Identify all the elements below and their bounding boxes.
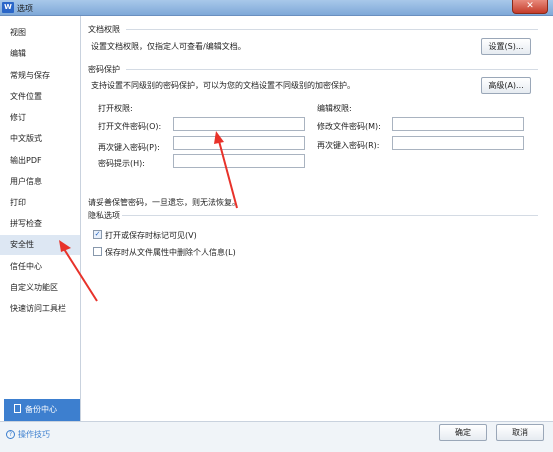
password-protection-description: 支持设置不同级别的密码保护，可以为您的文档设置不同级别的加密保护。 bbox=[91, 81, 355, 90]
sidebar-item-user-info[interactable]: 用户信息 bbox=[0, 172, 80, 192]
open-password-label: 打开文件密码(O): bbox=[98, 122, 162, 131]
open-permission-heading: 打开权限: bbox=[98, 104, 133, 113]
sidebar-item-customize-ribbon[interactable]: 自定义功能区 bbox=[0, 278, 80, 298]
doc-permission-description: 设置文档权限，仅指定人可查看/编辑文档。 bbox=[91, 42, 246, 51]
question-icon: ? bbox=[6, 430, 15, 439]
cancel-button[interactable]: 取消 bbox=[496, 424, 544, 441]
mark-visible-checkbox[interactable]: ✓ bbox=[93, 230, 102, 239]
backup-center-label: 备份中心 bbox=[25, 405, 57, 414]
open-password-input[interactable] bbox=[173, 117, 305, 131]
advanced-button[interactable]: 高级(A)... bbox=[481, 77, 531, 94]
sidebar-item-chinese-layout[interactable]: 中文版式 bbox=[0, 129, 80, 149]
sidebar-item-output-pdf[interactable]: 输出PDF bbox=[0, 151, 80, 171]
window-title: 选项 bbox=[17, 4, 33, 13]
sidebar-item-trust-center[interactable]: 信任中心 bbox=[0, 257, 80, 277]
remove-personal-info-checkbox[interactable] bbox=[93, 247, 102, 256]
mark-visible-label[interactable]: 打开或保存时标记可见(V) bbox=[105, 230, 197, 241]
edit-confirm-label: 再次键入密码(R): bbox=[317, 141, 380, 150]
password-protection-title: 密码保护 bbox=[88, 65, 120, 74]
annotation-arrows bbox=[59, 131, 238, 302]
doc-permission-title: 文档权限 bbox=[88, 25, 120, 34]
edit-password-input[interactable] bbox=[392, 117, 524, 131]
app-icon: W bbox=[2, 2, 14, 13]
password-protection-divider bbox=[126, 69, 538, 70]
doc-permission-divider bbox=[126, 29, 538, 30]
sidebar-item-security[interactable]: 安全性 bbox=[0, 235, 80, 255]
sidebar-item-file-location[interactable]: 文件位置 bbox=[0, 87, 80, 107]
ok-button[interactable]: 确定 bbox=[439, 424, 487, 441]
remove-personal-info-label[interactable]: 保存时从文件属性中删除个人信息(L) bbox=[105, 247, 236, 258]
open-confirm-label: 再次键入密码(P): bbox=[98, 143, 160, 152]
open-confirm-input[interactable] bbox=[173, 136, 305, 150]
sidebar-item-revision[interactable]: 修订 bbox=[0, 108, 80, 128]
title-bar: W 选项 ✕ bbox=[0, 0, 553, 16]
sidebar-item-print[interactable]: 打印 bbox=[0, 193, 80, 213]
close-button[interactable]: ✕ bbox=[512, 0, 548, 14]
backup-icon bbox=[14, 404, 21, 413]
edit-permission-heading: 编辑权限: bbox=[317, 104, 352, 113]
footer-bar: ? 操作技巧 确定 取消 bbox=[0, 421, 553, 452]
sidebar-item-edit[interactable]: 编辑 bbox=[0, 44, 80, 64]
edit-confirm-input[interactable] bbox=[392, 136, 524, 150]
tips-link[interactable]: 操作技巧 bbox=[18, 429, 50, 440]
privacy-options-divider bbox=[122, 215, 538, 216]
permission-settings-button[interactable]: 设置(S)... bbox=[481, 38, 531, 55]
edit-password-label: 修改文件密码(M): bbox=[317, 122, 381, 131]
password-hint-label: 密码提示(H): bbox=[98, 159, 145, 168]
password-warning: 请妥善保管密码，一旦遗忘，则无法恢复。 bbox=[88, 198, 240, 207]
password-hint-input[interactable] bbox=[173, 154, 305, 168]
backup-center-button[interactable]: 备份中心 bbox=[4, 399, 80, 421]
privacy-options-title: 隐私选项 bbox=[88, 211, 120, 220]
sidebar-item-general-save[interactable]: 常规与保存 bbox=[0, 66, 80, 86]
sidebar-item-spell-check[interactable]: 拼写检查 bbox=[0, 214, 80, 234]
sidebar-item-quick-access-toolbar[interactable]: 快速访问工具栏 bbox=[0, 299, 80, 319]
options-sidebar: 视图 编辑 常规与保存 文件位置 修订 中文版式 输出PDF 用户信息 打印 拼… bbox=[0, 16, 81, 421]
sidebar-item-view[interactable]: 视图 bbox=[0, 23, 80, 43]
